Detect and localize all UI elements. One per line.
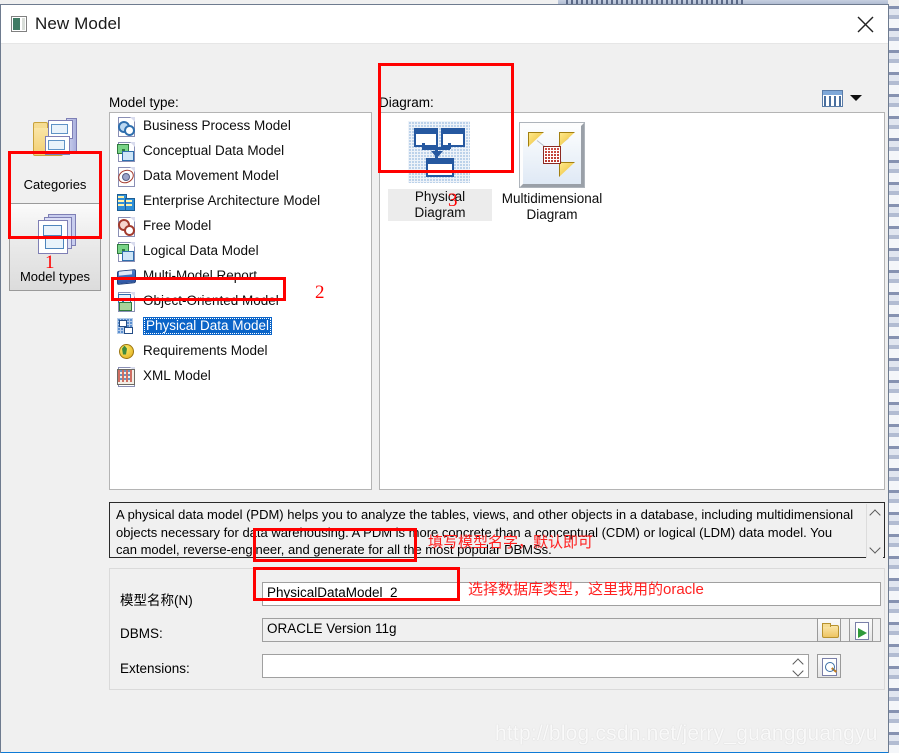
list-item[interactable]: Logical Data Model (110, 238, 371, 263)
multidimensional-diagram-thumb (519, 122, 585, 188)
close-button[interactable] (842, 5, 888, 42)
list-item[interactable]: Data Movement Model (110, 163, 371, 188)
list-item-physical-data-model[interactable]: Physical Data Model (110, 313, 371, 338)
model-type-label: Model type: (109, 95, 179, 110)
list-item-label: Object-Oriented Model (143, 293, 279, 308)
list-item[interactable]: Enterprise Architecture Model (110, 188, 371, 213)
dbms-label: DBMS: (120, 626, 163, 641)
conceptual-data-icon (116, 141, 135, 162)
rail-item-label: Model types (19, 269, 91, 284)
list-item[interactable]: XML Model (110, 363, 371, 388)
chevron-up-icon (871, 511, 879, 516)
xml-model-icon (116, 366, 135, 387)
extensions-preview-button[interactable] (817, 654, 841, 678)
list-item[interactable]: Conceptual Data Model (110, 138, 371, 163)
chevron-down-icon (871, 546, 879, 551)
physical-data-icon (116, 316, 135, 336)
rail-item-categories[interactable]: Categories (9, 110, 101, 198)
business-process-icon (116, 116, 135, 137)
diagram-item-physical[interactable]: Physical Diagram (388, 121, 492, 221)
view-switch[interactable] (822, 89, 868, 109)
extensions-label: Extensions: (120, 661, 190, 676)
stacked-windows-icon (34, 214, 82, 258)
rail-item-label: Categories (23, 177, 87, 192)
list-view-icon[interactable] (822, 90, 843, 107)
diagram-label: Diagram: (379, 95, 434, 110)
multi-model-report-icon (116, 266, 136, 286)
list-item[interactable]: Free Model (110, 213, 371, 238)
list-item-label: Physical Data Model (143, 316, 273, 335)
list-item-label: Free Model (143, 218, 212, 233)
list-item-label: Logical Data Model (143, 243, 259, 258)
physical-diagram-thumb (408, 121, 472, 185)
annotation-number-1: 1 (45, 252, 55, 273)
close-icon (857, 16, 874, 33)
annotation-number-2: 2 (315, 282, 325, 303)
rail-item-model-types[interactable]: Model types (9, 203, 101, 291)
extensions-input[interactable] (262, 654, 809, 678)
scroll-down-button[interactable] (867, 541, 883, 556)
list-item-label: Business Process Model (143, 118, 291, 133)
folder-icon (822, 623, 839, 638)
folder-documents-icon (33, 118, 81, 162)
app-icon (11, 16, 27, 32)
dbms-browse-button[interactable] (817, 618, 841, 642)
screen-root: New Model Model type: Diagram: Categorie… (0, 0, 899, 753)
list-item-label: Requirements Model (143, 343, 268, 358)
category-rail: Categories Model types (9, 110, 101, 510)
data-movement-icon (116, 166, 136, 187)
list-item[interactable]: Object-Oriented Model (110, 288, 371, 313)
chevron-down-icon[interactable] (850, 95, 862, 101)
new-model-dialog: New Model Model type: Diagram: Categorie… (0, 4, 889, 753)
scroll-up-button[interactable] (867, 506, 883, 521)
diagram-list[interactable]: Physical Diagram Multidimensional Diagra… (379, 112, 885, 490)
list-item-label: Conceptual Data Model (143, 143, 285, 158)
free-model-icon (116, 216, 135, 237)
model-type-list[interactable]: Business Process Model Conceptual Data M… (109, 112, 372, 490)
enterprise-architecture-icon (116, 191, 135, 211)
list-item[interactable]: Business Process Model (110, 113, 371, 138)
logical-data-icon (116, 241, 135, 262)
spinner-icon[interactable] (792, 658, 804, 676)
diagram-item-multidimensional[interactable]: Multidimensional Diagram (500, 121, 604, 223)
list-item-label: Multi-Model Report (143, 268, 258, 283)
model-name-label: 模型名称(N) (120, 593, 193, 608)
list-item-label: Data Movement Model (143, 168, 279, 183)
diagram-item-label: Multidimensional Diagram (501, 191, 603, 222)
list-item-label: XML Model (143, 368, 211, 383)
list-item-label: Enterprise Architecture Model (143, 193, 321, 208)
dialog-title: New Model (35, 14, 121, 33)
list-item[interactable]: Requirements Model (110, 338, 371, 363)
requirements-icon (116, 341, 135, 361)
annotation-note-model-name: 填写模型名字，默认即可 (428, 534, 594, 551)
dialog-body: Model type: Diagram: Categories Model ty… (1, 44, 888, 753)
diagram-item-label: Physical Diagram (388, 189, 492, 221)
chevron-down-icon (794, 669, 802, 674)
object-oriented-icon (116, 291, 135, 312)
description-scrollbar[interactable] (866, 504, 883, 558)
list-item[interactable]: Multi-Model Report (110, 263, 371, 288)
background-window-right-strip (889, 6, 899, 753)
dialog-titlebar: New Model (1, 5, 888, 44)
dbms-select[interactable]: ORACLE Version 11g (262, 618, 881, 642)
add-file-icon (855, 622, 869, 640)
dbms-add-resource-button[interactable] (849, 618, 873, 642)
preview-icon (822, 658, 837, 676)
annotation-number-3: 3 (448, 190, 458, 211)
annotation-note-dbms: 选择数据库类型，这里我用的oracle (468, 581, 704, 598)
chevron-up-icon (794, 660, 802, 665)
